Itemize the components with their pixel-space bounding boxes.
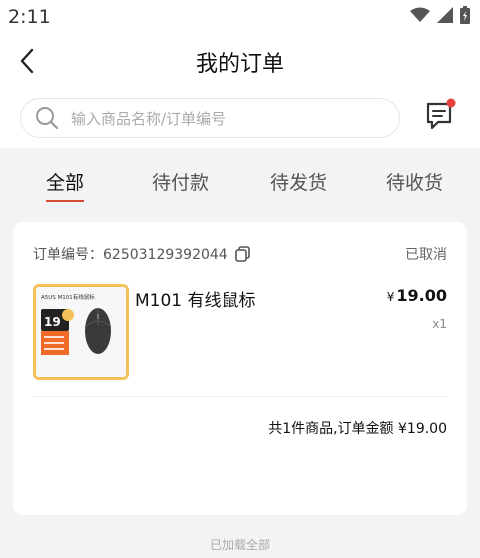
price-value: 19.00 (396, 286, 447, 305)
product-image: A5US M101有线鼠标 19 (36, 287, 126, 377)
order-number-text: 订单编号：62503129392044 (33, 247, 228, 263)
message-icon[interactable] (424, 98, 456, 132)
search-icon (36, 107, 59, 130)
order-card[interactable]: 订单编号：62503129392044 已取消 A5US M101有线鼠标 19… (13, 222, 467, 515)
top-area: 2:11 我的订单 输入商品名称/订单编号 (0, 0, 480, 148)
page-title: 我的订单 (195, 52, 284, 77)
search-input[interactable]: 输入商品名称/订单编号 (20, 98, 400, 138)
order-total: 共1件商品,订单金额 ¥19.00 (268, 421, 447, 437)
status-time: 2:11 (8, 6, 51, 28)
header: 我的订单 (0, 30, 480, 92)
product-price: ¥19.00 (387, 286, 447, 305)
status-icons (410, 6, 470, 24)
battery-icon (460, 6, 470, 24)
thumbnail-headline: A5US M101有线鼠标 (41, 293, 95, 301)
card-divider (33, 396, 447, 397)
tab-all[interactable]: 全部 (46, 168, 84, 195)
order-status: 已取消 (405, 247, 447, 263)
search-row: 输入商品名称/订单编号 (0, 92, 480, 148)
status-bar: 2:11 (0, 0, 480, 30)
price-symbol: ¥ (386, 290, 395, 304)
tab-pending-payment[interactable]: 待付款 (152, 168, 209, 195)
search-placeholder: 输入商品名称/订单编号 (71, 109, 227, 128)
thumbnail-price: 19 (44, 315, 61, 329)
product-thumbnail[interactable]: A5US M101有线鼠标 19 (33, 284, 129, 380)
tab-pending-receipt[interactable]: 待收货 (386, 168, 443, 195)
tab-pending-shipment[interactable]: 待发货 (270, 168, 327, 195)
product-name[interactable]: M101 有线鼠标 (135, 286, 256, 311)
signal-icon (437, 7, 453, 23)
product-quantity: x1 (432, 317, 447, 331)
load-complete-text: 已加载全部 (209, 538, 270, 552)
wifi-icon (410, 7, 430, 22)
active-tab-indicator (46, 200, 84, 202)
order-tabs: 全部 待付款 待发货 待收货 (0, 148, 480, 208)
order-number: 订单编号：62503129392044 (33, 244, 250, 264)
copy-icon[interactable] (234, 246, 250, 262)
